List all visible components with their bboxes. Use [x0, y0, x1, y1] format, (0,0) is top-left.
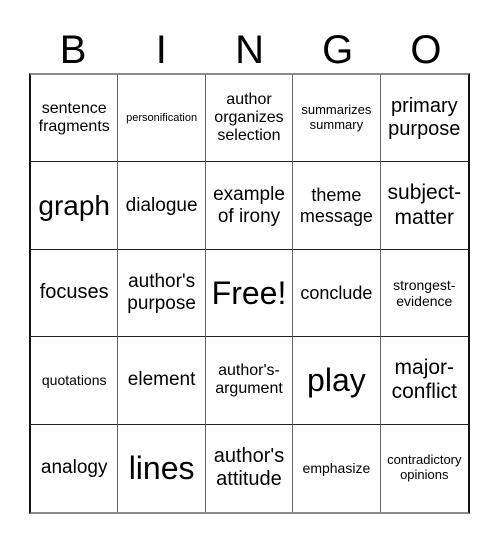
bingo-cell[interactable]: personification	[118, 75, 206, 163]
bingo-cell[interactable]: element	[118, 337, 206, 425]
cell-text: sentence fragments	[38, 99, 110, 136]
cell-text: play	[307, 361, 366, 398]
header-letter-n: N	[235, 28, 264, 72]
cell-text: graph	[38, 189, 110, 221]
cell-text: example of irony	[213, 183, 285, 227]
header-letter-g: G	[322, 28, 354, 72]
bingo-cell[interactable]: summarizes summary	[293, 75, 381, 163]
cell-text: subject-matter	[387, 181, 462, 229]
bingo-cell[interactable]: author's attitude	[206, 424, 294, 512]
bingo-header: B I N G O	[29, 28, 470, 73]
bingo-cell[interactable]: focuses	[31, 249, 119, 338]
bingo-cell[interactable]: strongest-evidence	[380, 250, 468, 338]
cell-text: contradictory opinions	[387, 452, 462, 483]
bingo-cell[interactable]: subject-matter	[380, 162, 468, 250]
bingo-cell[interactable]: major-conflict	[380, 337, 468, 425]
cell-text: quotations	[41, 372, 107, 389]
bingo-cell[interactable]: conclude	[293, 249, 381, 338]
cell-text: author's purpose	[127, 271, 196, 314]
cell-text: element	[127, 369, 196, 391]
bingo-cell[interactable]: analogy	[31, 424, 119, 512]
cell-text: lines	[128, 449, 195, 486]
cell-text: strongest-evidence	[393, 276, 456, 309]
cell-text: conclude	[300, 282, 373, 303]
bingo-cell[interactable]: graph	[31, 162, 119, 250]
cell-text: theme message	[299, 184, 373, 226]
cell-text: author's attitude	[213, 445, 285, 491]
header-letter-b: B	[59, 28, 87, 72]
bingo-cell[interactable]: play	[293, 337, 381, 425]
bingo-cell[interactable]: contradictory opinions	[381, 425, 468, 512]
header-letter-o: O	[410, 28, 442, 72]
bingo-cell[interactable]: example of irony	[205, 162, 294, 250]
cell-text: primary purpose	[388, 95, 461, 141]
cell-text: focuses	[39, 281, 109, 304]
cell-text: personification	[126, 111, 198, 124]
cell-text: dialogue	[125, 194, 198, 216]
bingo-cell[interactable]: author's purpose	[118, 249, 206, 338]
bingo-cell[interactable]: dialogue	[118, 162, 206, 250]
bingo-cell[interactable]: author's-argument	[205, 337, 294, 425]
free-space-cell[interactable]: Free!	[205, 249, 294, 338]
cell-text: major-conflict	[391, 356, 457, 404]
free-space-text: Free!	[211, 274, 287, 311]
cell-text: author's-argument	[215, 362, 283, 398]
bingo-cell[interactable]: lines	[118, 424, 206, 512]
bingo-cell[interactable]: primary purpose	[380, 75, 468, 163]
bingo-cell[interactable]: author organizes selection	[205, 75, 294, 163]
cell-text: author organizes selection	[214, 90, 284, 145]
bingo-cell[interactable]: emphasize	[293, 424, 381, 512]
bingo-cell[interactable]: sentence fragments	[31, 75, 119, 163]
bingo-cell[interactable]: theme message	[293, 162, 381, 250]
cell-text: emphasize	[302, 460, 371, 477]
header-letter-i: I	[155, 28, 167, 72]
bingo-cell[interactable]: quotations	[31, 337, 119, 425]
cell-text: analogy	[40, 457, 108, 479]
cell-text: summarizes summary	[301, 102, 372, 133]
bingo-grid: sentence fragments personification author…	[29, 73, 470, 514]
